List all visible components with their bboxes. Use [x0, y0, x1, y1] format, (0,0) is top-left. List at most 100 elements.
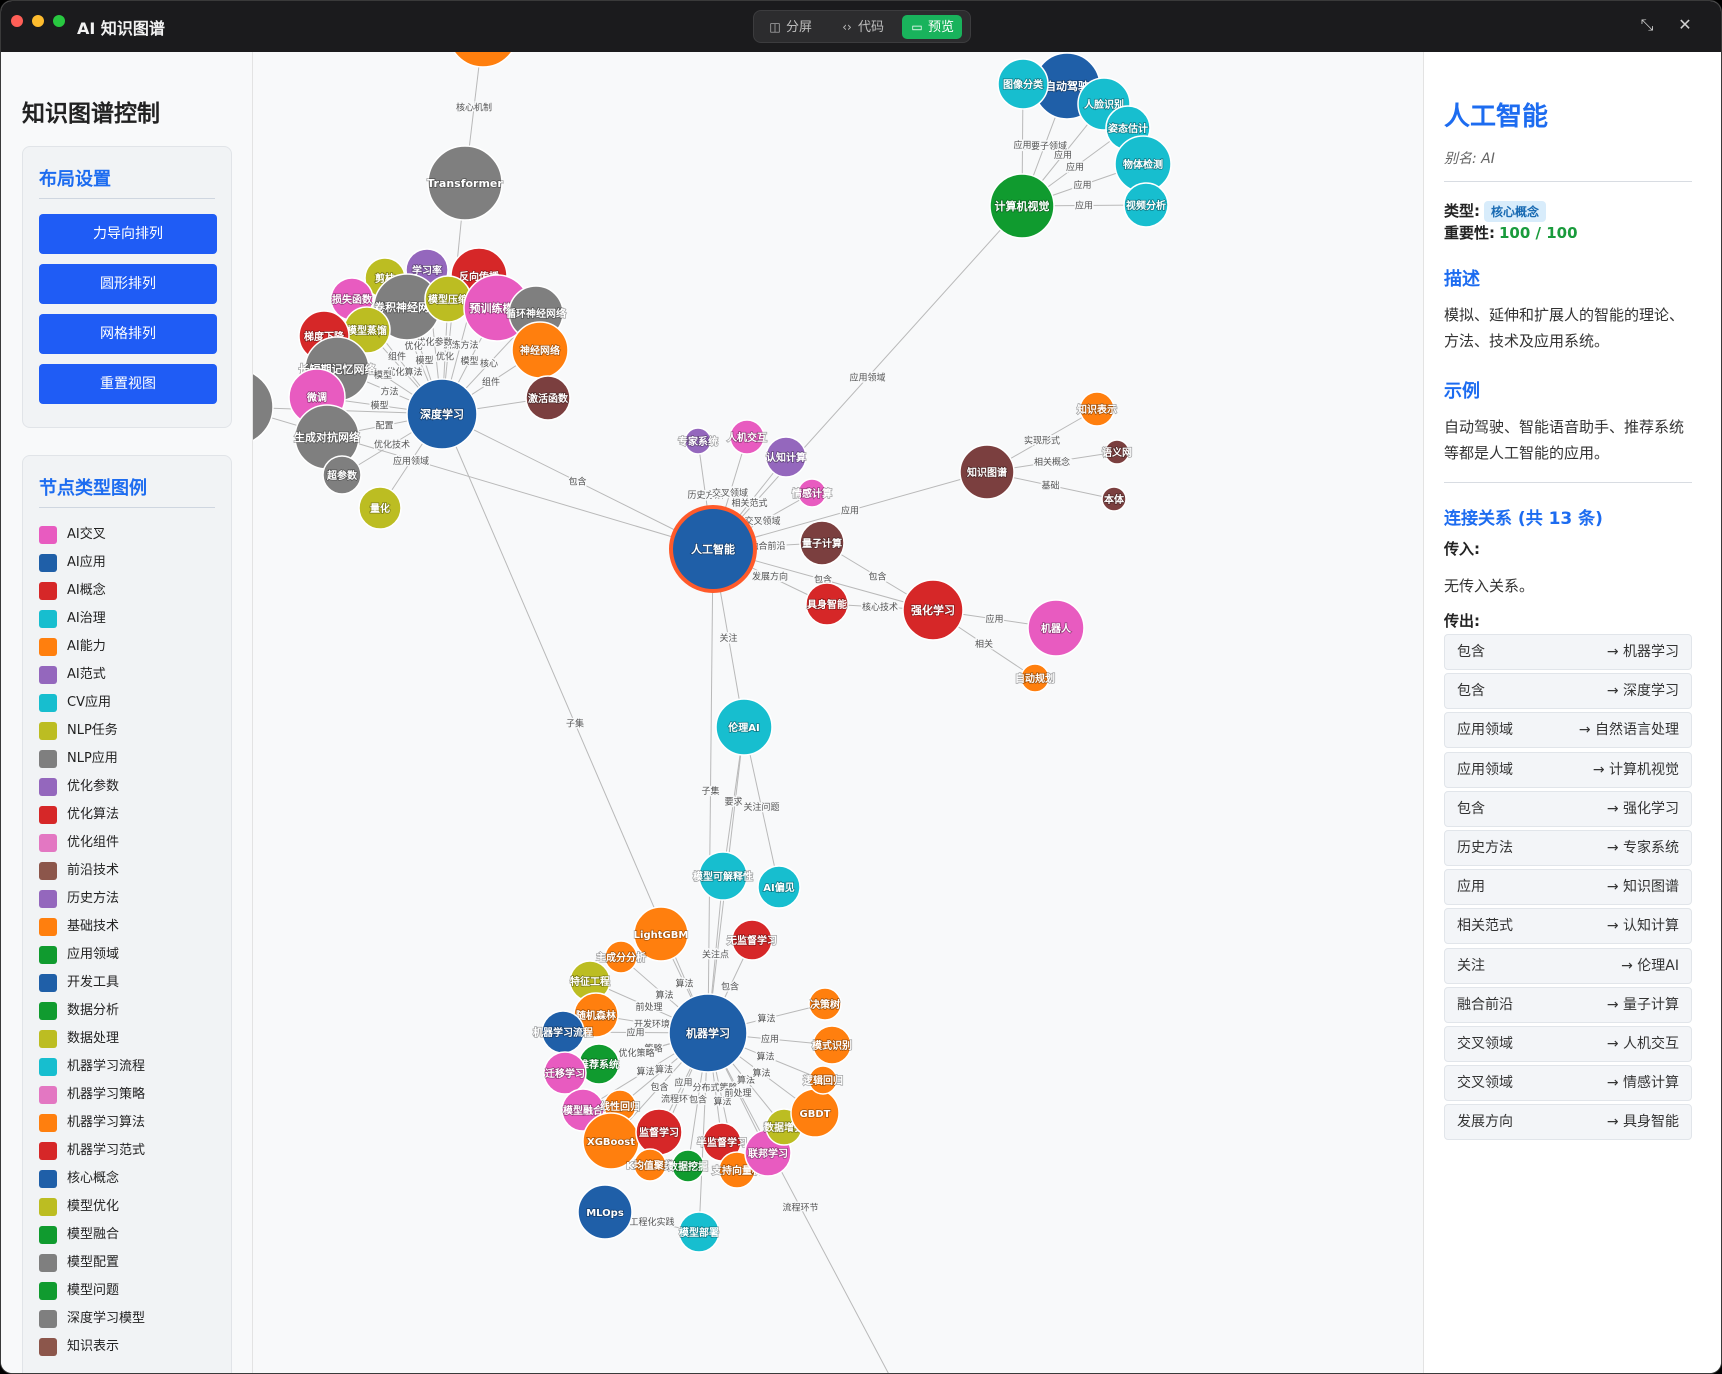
graph-node[interactable]: 模型部署: [678, 1211, 720, 1253]
relation-row[interactable]: 应用领域 → 计算机视觉: [1444, 751, 1692, 788]
panel-title: 知识图谱控制: [22, 101, 160, 127]
legend-item: 基础技术: [39, 917, 119, 937]
graph-node[interactable]: 人工智能: [669, 505, 757, 593]
relation-row[interactable]: 包含 → 机器学习: [1444, 634, 1692, 670]
node-circle[interactable]: [448, 52, 518, 68]
relation-row[interactable]: 应用领域 → 自然语言处理: [1444, 712, 1692, 749]
graph-node[interactable]: 语义网: [1101, 439, 1133, 465]
edge-label: 优化: [436, 351, 454, 363]
close-window-button[interactable]: [11, 15, 23, 27]
relation-target: → 知识图谱: [1606, 879, 1679, 896]
edge-label: 前处理: [724, 1087, 751, 1099]
graph-node[interactable]: 情感计算: [791, 478, 833, 508]
graph-node[interactable]: 监督学习: [635, 1108, 683, 1156]
relation-row[interactable]: 融合前沿 → 量子计算: [1444, 986, 1692, 1023]
graph-node[interactable]: 模型可解释性: [692, 851, 754, 901]
graph-node[interactable]: 机器学习: [668, 993, 748, 1073]
graph-node[interactable]: 人机交互: [726, 419, 768, 455]
graph-node[interactable]: 深度学习: [406, 378, 478, 450]
relation-type: 融合前沿: [1457, 996, 1513, 1013]
edge-label: 应用: [1013, 139, 1031, 151]
relation-row[interactable]: 交叉领域 → 人机交互: [1444, 1026, 1692, 1062]
edge-label: 应用: [1066, 161, 1084, 173]
graph-node[interactable]: 具身智能: [805, 582, 849, 626]
relation-type: 历史方法: [1457, 840, 1513, 856]
relation-target: → 强化学习: [1606, 800, 1679, 817]
graph-node[interactable]: 激活函数: [525, 375, 571, 421]
graph-node[interactable]: 知识表示: [1075, 391, 1118, 427]
graph-node[interactable]: 视频分析: [1123, 182, 1169, 228]
graph-node[interactable]: 专家系统: [677, 427, 719, 455]
node-label: 激活函数: [528, 392, 569, 405]
legend-swatch: [39, 805, 57, 824]
relation-target: → 计算机视觉: [1592, 761, 1679, 778]
legend-item: 数据分析: [39, 1001, 119, 1021]
type-badge: 核心概念: [1484, 201, 1547, 222]
graph-node[interactable]: 计算机视觉: [989, 173, 1055, 239]
graph-node[interactable]: 无监督学习: [725, 919, 778, 961]
maximize-window-button[interactable]: [53, 15, 65, 27]
legend-label: 机器学习范式: [67, 1143, 146, 1158]
node-label: 人机交互: [727, 431, 767, 444]
graph-node[interactable]: Transformer: [426, 145, 504, 221]
graph-node[interactable]: 量子计算: [799, 520, 845, 566]
graph-node[interactable]: GBDT: [790, 1088, 840, 1138]
graph-node[interactable]: 决策树: [808, 987, 842, 1021]
preview-view-button[interactable]: ▭ 预览: [902, 15, 963, 39]
edge-label: 核心: [480, 358, 498, 370]
graph-node[interactable]: 机器人: [1027, 599, 1085, 657]
graph-node[interactable]: 本体: [1101, 486, 1127, 512]
legend-item: 机器学习范式: [39, 1141, 145, 1161]
graph-node[interactable]: 扩模型: [253, 369, 274, 445]
minimize-window-button[interactable]: [32, 15, 44, 27]
force-layout-button[interactable]: 力导向排列: [39, 214, 217, 254]
graph-node[interactable]: 迁移学习: [543, 1051, 587, 1095]
legend-label: 深度学习模型: [67, 1311, 146, 1326]
knowledge-graph-canvas[interactable]: 包含 子集 应用领域 应用 包含 关注 历史方法 交叉领域 相关范式 交叉领域 融合前沿 发展方向 子集…: [253, 52, 1423, 1374]
legend-label: AI范式: [67, 667, 106, 682]
graph-node[interactable]: 量化: [358, 486, 402, 530]
graph-node[interactable]: 强化学习: [902, 579, 964, 641]
relation-row[interactable]: 包含 → 深度学习: [1444, 673, 1692, 710]
edge-label: 核心机制: [456, 102, 492, 114]
graph-svg[interactable]: 包含子集应用领域应用包含关注历史方法交叉领域相关范式交叉领域融合前沿发展方向子集…: [253, 52, 1423, 1374]
node-label: 本体: [1104, 493, 1125, 506]
circle-layout-button[interactable]: 圆形排列: [39, 264, 217, 304]
relation-row[interactable]: 交叉领域 → 情感计算: [1444, 1065, 1692, 1102]
relation-row[interactable]: 发展方向 → 具身智能: [1444, 1104, 1692, 1141]
node-label: 伦理AI: [728, 721, 759, 734]
graph-node[interactable]: 模式识别: [811, 1025, 853, 1065]
node-label: 无监督学习: [726, 934, 777, 947]
relation-row[interactable]: 关注 → 伦理AI: [1444, 947, 1692, 984]
node-label: 知识图谱: [966, 466, 1007, 479]
grid-layout-button[interactable]: 网格排列: [39, 314, 217, 354]
legend-label: 数据处理: [67, 1031, 120, 1046]
reset-view-button[interactable]: 重置视图: [39, 364, 217, 404]
legend-label: 机器学习流程: [67, 1059, 146, 1074]
legend-item: AI治理: [39, 609, 106, 629]
collapse-icon[interactable]: ⤡: [1637, 15, 1657, 35]
relation-row[interactable]: 历史方法 → 专家系统: [1444, 830, 1692, 866]
code-view-button[interactable]: ‹› 代码: [832, 15, 892, 39]
close-icon[interactable]: ✕: [1675, 15, 1695, 35]
graph-node[interactable]: 伦理AI: [715, 698, 773, 756]
edge-label: 工程化实践: [629, 1216, 674, 1228]
graph-node[interactable]: 知识图谱: [959, 444, 1015, 500]
graph-node[interactable]: MLOps: [577, 1184, 633, 1240]
graph-node[interactable]: AI偏见: [757, 865, 801, 909]
node-circle[interactable]: [253, 369, 274, 445]
split-view-button[interactable]: ◫ 分屏: [760, 15, 820, 39]
graph-node[interactable]: 认知计算: [765, 436, 807, 478]
relation-row[interactable]: 相关范式 → 认知计算: [1444, 908, 1692, 945]
relation-row[interactable]: 应用 → 知识图谱: [1444, 869, 1692, 906]
graph-node[interactable]: 图像分类: [997, 58, 1049, 110]
graph-node[interactable]: [448, 52, 518, 68]
graph-node[interactable]: 超参数: [322, 455, 362, 495]
relation-row[interactable]: 包含 → 强化学习: [1444, 790, 1692, 827]
legend-label: 基础技术: [67, 919, 120, 934]
node-label: 主成分分析: [596, 951, 646, 964]
graph-node[interactable]: 神经网络: [511, 321, 569, 379]
relation-target: → 具身智能: [1606, 1114, 1679, 1131]
node-label: Transformer: [427, 177, 503, 190]
legend-item: AI交叉: [39, 525, 106, 545]
